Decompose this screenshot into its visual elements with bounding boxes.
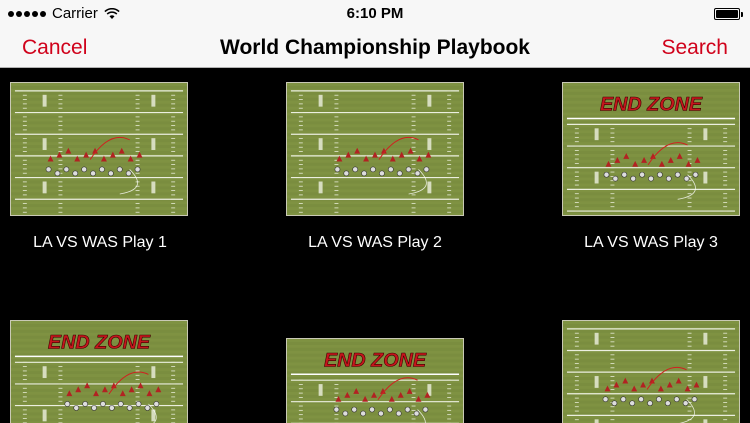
end-zone-label: END ZONE — [600, 94, 703, 116]
play-thumbnail[interactable] — [562, 320, 740, 423]
cancel-button[interactable]: Cancel — [22, 36, 87, 60]
football-field-diagram — [11, 83, 187, 215]
football-field-diagram — [287, 83, 463, 215]
search-button[interactable]: Search — [661, 36, 728, 60]
end-zone-label: END ZONE — [48, 332, 151, 354]
status-time: 6:10 PM — [346, 5, 404, 22]
battery-level — [716, 10, 738, 18]
play-thumbnail[interactable] — [286, 82, 464, 216]
navigation-bar: Cancel World Championship Playbook Searc… — [0, 28, 750, 68]
play-caption: LA VS WAS Play 2 — [308, 234, 442, 251]
play-caption: LA VS WAS Play 3 — [584, 234, 718, 251]
football-field-diagram: END ZONE — [287, 339, 463, 423]
playbook-grid: LA VS WAS Play 1 LA VS WAS Play 2 END ZONE… — [0, 68, 750, 423]
play-thumbnail[interactable]: END ZONE — [10, 320, 188, 423]
play-caption: LA VS WAS Play 1 — [33, 234, 167, 251]
football-field-diagram — [563, 321, 739, 423]
play-thumbnail[interactable]: END ZONE — [562, 82, 740, 216]
end-zone-label: END ZONE — [324, 350, 427, 372]
page-title: World Championship Playbook — [220, 36, 530, 59]
status-bar: Carrier 6:10 PM — [0, 0, 750, 28]
battery-icon — [714, 8, 743, 20]
football-field-diagram: END ZONE — [563, 83, 739, 215]
play-thumbnail[interactable] — [10, 82, 188, 216]
play-thumbnail[interactable]: END ZONE — [286, 338, 464, 423]
football-field-diagram: END ZONE — [11, 321, 187, 423]
